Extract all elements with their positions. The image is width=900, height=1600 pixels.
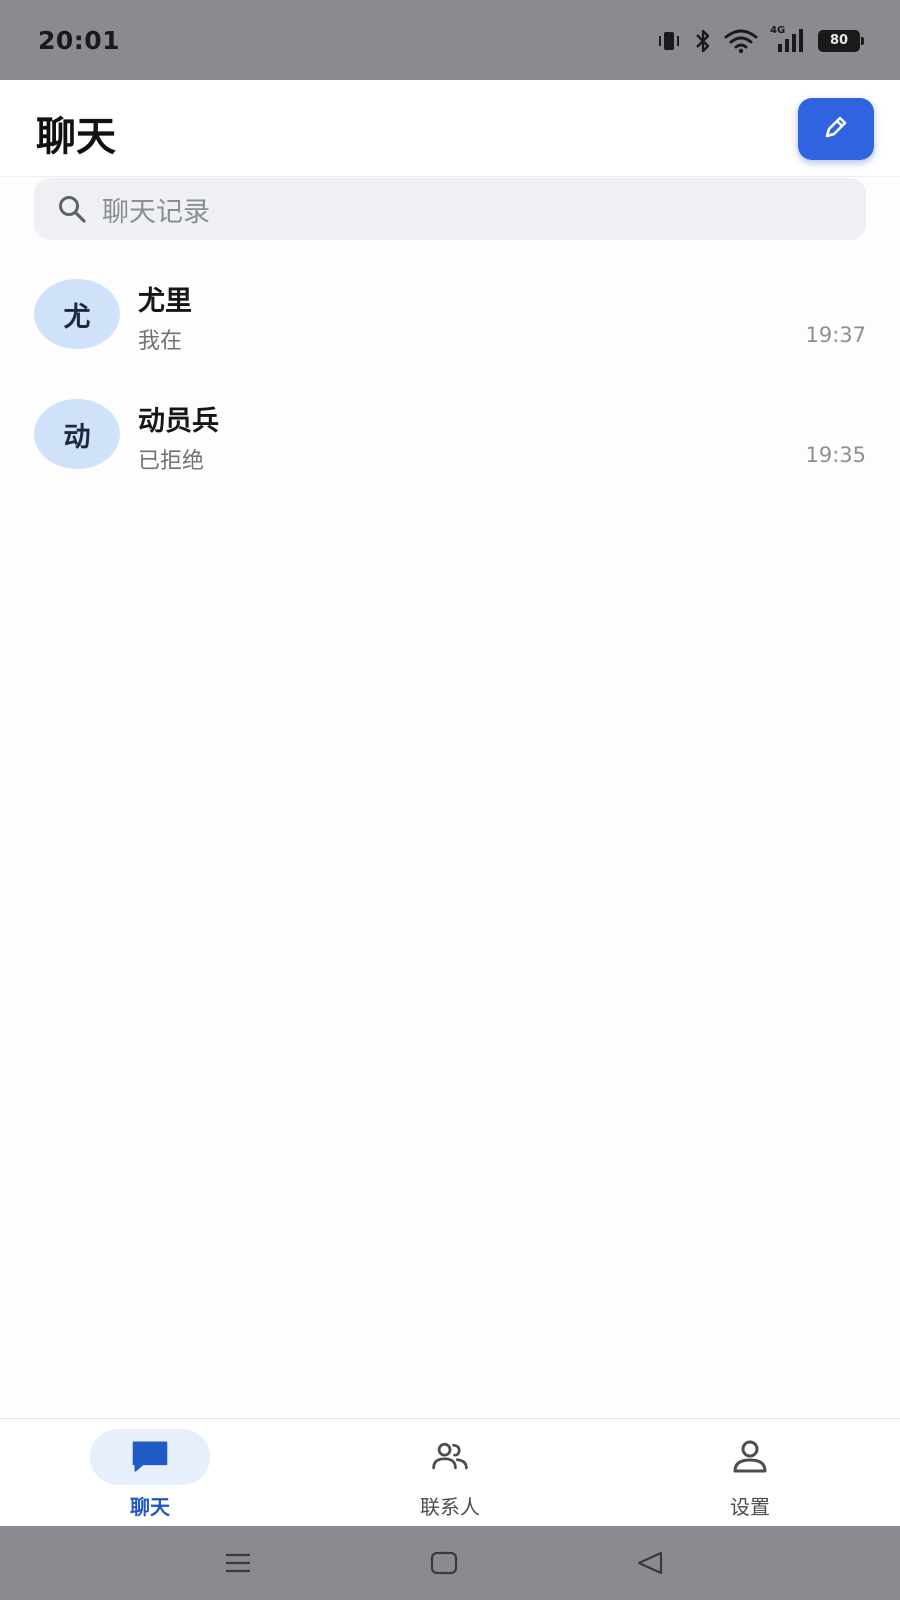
chat-list: 尤 尤里 我在 19:37 动 动员兵 已拒绝 19:35	[0, 265, 900, 505]
tab-label: 聊天	[130, 1495, 170, 1519]
chat-item[interactable]: 尤 尤里 我在 19:37	[0, 265, 900, 385]
system-nav-bar	[0, 1526, 900, 1600]
search-placeholder: 聊天记录	[102, 196, 210, 228]
bluetooth-icon	[694, 28, 712, 54]
status-time: 20:01	[38, 26, 121, 55]
chat-screen: 20:01 4G 80 聊天 聊天记录 尤 尤里 我在 19:37 动 动员兵 …	[0, 0, 900, 1600]
avatar: 尤	[34, 279, 120, 349]
chat-time: 19:35	[805, 443, 866, 467]
home-icon[interactable]	[424, 1546, 464, 1580]
chat-name: 尤里	[138, 286, 192, 317]
chat-preview: 已拒绝	[138, 449, 205, 474]
compose-button[interactable]	[798, 98, 874, 160]
chat-item[interactable]: 动 动员兵 已拒绝 19:35	[0, 385, 900, 505]
bottom-nav: 聊天 联系人 设置	[0, 1418, 900, 1527]
vibrate-icon	[656, 29, 682, 53]
back-icon[interactable]	[630, 1546, 670, 1580]
chat-name: 动员兵	[138, 406, 219, 437]
pencil-icon	[821, 112, 851, 146]
wifi-icon	[724, 28, 758, 54]
tab-settings[interactable]: 设置	[650, 1419, 850, 1527]
battery-icon: 80	[818, 30, 864, 52]
status-icons: 4G 80	[656, 25, 864, 56]
menu-icon[interactable]	[218, 1546, 258, 1580]
page-title: 聊天	[36, 114, 116, 160]
person-icon	[730, 1437, 770, 1477]
chat-bubble-icon	[130, 1437, 170, 1477]
tab-label: 联系人	[420, 1495, 480, 1519]
chat-time: 19:37	[805, 323, 866, 347]
status-bar: 20:01 4G 80	[0, 0, 900, 80]
avatar: 动	[34, 399, 120, 469]
search-input[interactable]: 聊天记录	[34, 178, 866, 240]
app-header: 聊天	[0, 80, 900, 177]
tab-label: 设置	[730, 1495, 770, 1519]
tab-contacts[interactable]: 联系人	[350, 1419, 550, 1527]
chat-preview: 我在	[138, 329, 183, 354]
tab-chats[interactable]: 聊天	[50, 1419, 250, 1527]
search-icon	[56, 193, 88, 225]
contacts-icon	[430, 1437, 470, 1477]
signal-icon: 4G	[770, 25, 806, 54]
